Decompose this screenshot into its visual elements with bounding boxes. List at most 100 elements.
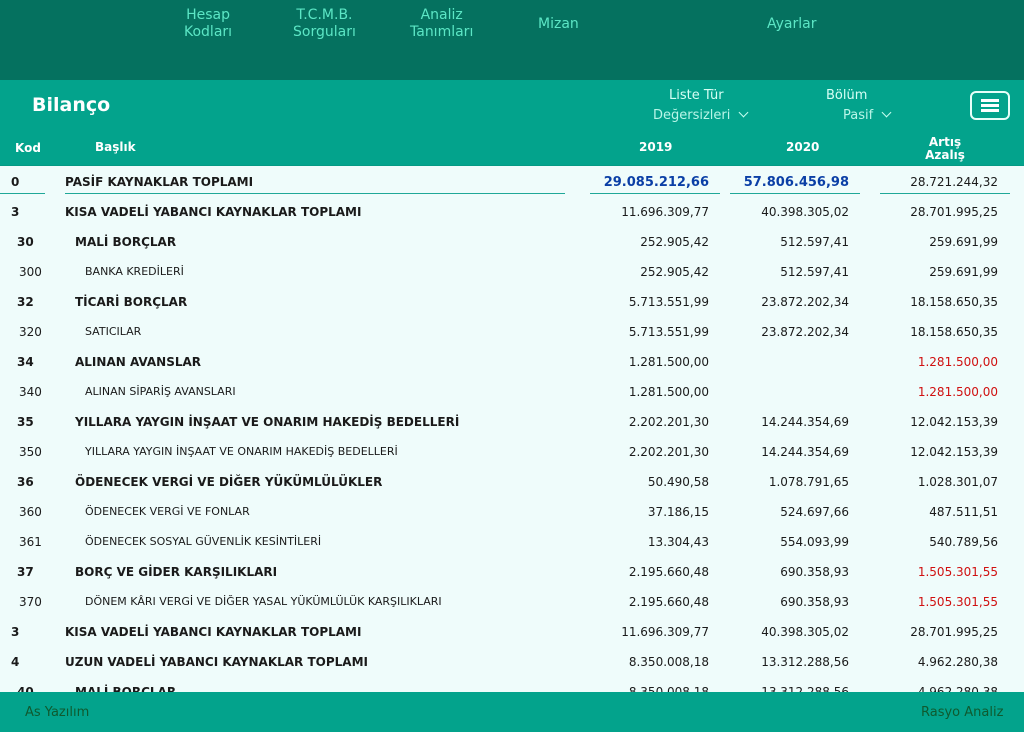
row-diff: 1.281.500,00	[917, 385, 998, 399]
table-row[interactable]: 3 KISA VADELİ YABANCI KAYNAKLAR TOPLAMI 11…	[0, 616, 1024, 646]
row-2020: 23.872.202,34	[761, 325, 849, 339]
table-row[interactable]: 32 TİCARİ BORÇLAR 5.713.551,99 23.872.202,3…	[0, 286, 1024, 316]
table-row[interactable]: 30 MALİ BORÇLAR 252.905,42 512.597,41 259.69…	[0, 226, 1024, 256]
table-row[interactable]: 35 YILLARA YAYGIN İNŞAAT VE ONARIM HAKEDİ…	[0, 406, 1024, 436]
row-kod: 340	[19, 385, 42, 399]
table-row[interactable]: 37 BORÇ VE GİDER KARŞILIKLARI 2.195.660,48…	[0, 556, 1024, 586]
row-kod: 360	[19, 505, 42, 519]
top-nav: Hesap Kodları T.C.M.B. Sorguları Analiz …	[0, 0, 1024, 80]
table-row[interactable]: 361 ÖDENECEK SOSYAL GÜVENLİK KESİNTİLERİ 1…	[0, 526, 1024, 556]
table-row[interactable]: 340 ALINAN SİPARİŞ AVANSLARI 1.281.500,00 1…	[0, 376, 1024, 406]
table-row[interactable]: 320 SATICILAR 5.713.551,99 23.872.202,34 18.…	[0, 316, 1024, 346]
row-diff: 28.701.995,25	[910, 205, 998, 219]
footer-brand-link[interactable]: As Yazılım	[25, 705, 89, 720]
table-row[interactable]: 34 ALINAN AVANSLAR 1.281.500,00 1.281.500,0…	[0, 346, 1024, 376]
nav-hesap-kodlari[interactable]: Hesap Kodları	[184, 7, 232, 41]
chevron-down-icon	[881, 107, 892, 118]
row-2019: 2.202.201,30	[628, 445, 709, 459]
row-diff: 1.505.301,55	[917, 595, 998, 609]
col-2019[interactable]: 2019	[639, 141, 672, 154]
underline	[880, 193, 1010, 194]
table-row[interactable]: 350 YILLARA YAYGIN İNŞAAT VE ONARIM HAKED…	[0, 436, 1024, 466]
row-2020: 524.697,66	[780, 505, 849, 519]
table-row[interactable]: 3 KISA VADELİ YABANCI KAYNAKLAR TOPLAMI 11…	[0, 196, 1024, 226]
row-2019: 2.202.201,30	[628, 415, 709, 429]
row-kod: 32	[17, 295, 34, 309]
col-kod[interactable]: Kod	[15, 142, 41, 155]
row-kod: 300	[19, 265, 42, 279]
row-desc: KISA VADELİ YABANCI KAYNAKLAR TOPLAMI	[65, 205, 362, 219]
row-2020: 14.244.354,69	[761, 415, 849, 429]
row-2019: 11.696.309,77	[621, 625, 709, 639]
row-diff: 18.158.650,35	[910, 295, 998, 309]
table-row[interactable]: 370 DÖNEM KÂRI VERGİ VE DİĞER YASAL YÜKÜM…	[0, 586, 1024, 616]
row-2020: 13.312.288,56	[761, 685, 849, 692]
row-2019: 8.350.008,18	[628, 655, 709, 669]
row-desc: ALINAN AVANSLAR	[75, 355, 202, 369]
table-row[interactable]: 36 ÖDENECEK VERGİ VE DİĞER YÜKÜMLÜLÜKLER 5…	[0, 466, 1024, 496]
bolum-dropdown[interactable]: Bölüm Pasif	[826, 86, 906, 126]
row-diff: 1.505.301,55	[917, 565, 998, 579]
bolum-value: Pasif	[826, 106, 906, 126]
liste-tur-label: Liste Tür	[669, 88, 724, 103]
row-2019: 5.713.551,99	[628, 295, 709, 309]
row-2020: 13.312.288,56	[761, 655, 849, 669]
col-baslik[interactable]: Başlık	[95, 141, 136, 154]
row-diff: 4.962.280,38	[917, 685, 998, 692]
table-row-total[interactable]: 0 PASİF KAYNAKLAR TOPLAMI 29.085.212,66 …	[0, 166, 1024, 196]
menu-button[interactable]	[970, 91, 1010, 120]
row-kod: 40	[17, 685, 34, 692]
col-2020[interactable]: 2020	[786, 141, 819, 154]
row-kod: 37	[17, 565, 34, 579]
liste-tur-value: Değersizleri	[653, 106, 753, 126]
col-artis-azalis[interactable]: Artış Azalış	[915, 136, 975, 162]
bolum-label: Bölüm	[826, 88, 868, 103]
nav-ayarlar[interactable]: Ayarlar	[767, 16, 816, 33]
row-kod: 370	[19, 595, 42, 609]
row-diff: 487.511,51	[929, 505, 998, 519]
row-diff: 18.158.650,35	[910, 325, 998, 339]
row-desc: MALİ BORÇLAR	[75, 685, 177, 692]
row-kod: 35	[17, 415, 34, 429]
row-kod: 0	[11, 175, 20, 189]
row-desc: DÖNEM KÂRI VERGİ VE DİĞER YASAL YÜKÜMLÜL…	[85, 595, 442, 608]
table-header: Kod Başlık 2019 2020 Artış Azalış	[0, 130, 1024, 165]
row-desc: YILLARA YAYGIN İNŞAAT VE ONARIM HAKEDİŞ …	[75, 415, 460, 429]
row-kod: 350	[19, 445, 42, 459]
nav-tcmb-sorgulari[interactable]: T.C.M.B. Sorguları	[293, 7, 356, 41]
row-desc: ÖDENECEK SOSYAL GÜVENLİK KESİNTİLERİ	[85, 535, 322, 548]
row-2019: 13.304,43	[647, 535, 709, 549]
row-2019: 2.195.660,48	[628, 595, 709, 609]
footer-rasyo-analiz-link[interactable]: Rasyo Analiz	[921, 705, 1003, 720]
row-2020: 554.093,99	[780, 535, 849, 549]
liste-tur-dropdown[interactable]: Liste Tür Değersizleri	[653, 86, 753, 126]
row-2020: 57.806.456,98	[743, 175, 849, 190]
row-kod: 34	[17, 355, 34, 369]
row-2020: 14.244.354,69	[761, 445, 849, 459]
row-diff: 28.721.244,32	[910, 175, 998, 189]
underline	[590, 193, 720, 194]
underline	[730, 193, 860, 194]
row-diff: 1.281.500,00	[917, 355, 998, 369]
table-row[interactable]: 360 ÖDENECEK VERGİ VE FONLAR 37.186,15 524.…	[0, 496, 1024, 526]
row-kod: 320	[19, 325, 42, 339]
row-kod: 30	[17, 235, 34, 249]
nav-mizan[interactable]: Mizan	[538, 16, 579, 33]
table-row[interactable]: 4 UZUN VADELİ YABANCI KAYNAKLAR TOPLAMI 8.…	[0, 646, 1024, 676]
row-desc: ALINAN SİPARİŞ AVANSLARI	[85, 385, 236, 398]
row-2019: 8.350.008,18	[628, 685, 709, 692]
row-desc: ÖDENECEK VERGİ VE DİĞER YÜKÜMLÜLÜKLER	[75, 475, 383, 489]
row-2019: 50.490,58	[647, 475, 709, 489]
row-2019: 29.085.212,66	[603, 175, 709, 190]
row-2020: 23.872.202,34	[761, 295, 849, 309]
row-desc: BANKA KREDİLERİ	[85, 265, 184, 278]
row-2019: 37.186,15	[647, 505, 709, 519]
table-row[interactable]: 300 BANKA KREDİLERİ 252.905,42 512.597,41 25…	[0, 256, 1024, 286]
nav-analiz-tanimlari[interactable]: Analiz Tanımları	[410, 7, 473, 41]
hamburger-icon	[981, 99, 999, 102]
row-2019: 1.281.500,00	[628, 385, 709, 399]
page-title: Bilanço	[32, 94, 111, 116]
row-2020: 1.078.791,65	[768, 475, 849, 489]
footer: As Yazılım Rasyo Analiz	[0, 692, 1024, 732]
table-row[interactable]: 40 MALİ BORÇLAR 8.350.008,18 13.312.288,56 4…	[0, 676, 1024, 692]
